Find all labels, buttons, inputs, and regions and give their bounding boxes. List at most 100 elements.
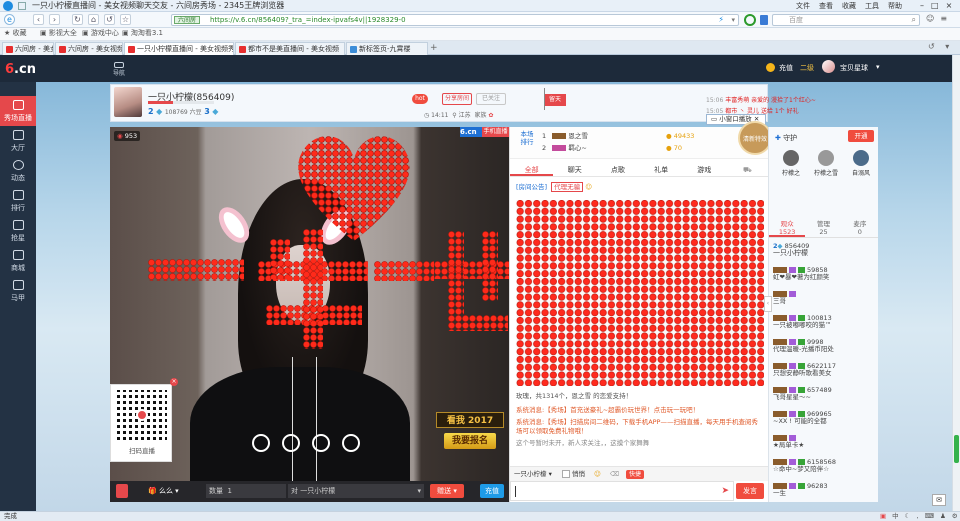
- sofa-icon[interactable]: [342, 434, 360, 452]
- menu-tools[interactable]: 工具: [865, 0, 879, 12]
- bookmark-favorites[interactable]: ★ 收藏: [4, 28, 27, 39]
- list-item[interactable]: 9998 代理温暖-光播币阳处: [773, 339, 875, 354]
- list-item[interactable]: 59858 虹❤暴❤著为红颜笑: [773, 267, 875, 282]
- restore-button[interactable]: ↺: [104, 14, 115, 25]
- send-chat-button[interactable]: 发言: [736, 483, 764, 499]
- app-icon[interactable]: ▣: [880, 512, 886, 521]
- tab-1[interactable]: 六间房 - 美女视频 - 美女直播: [2, 42, 54, 55]
- emoji-icon[interactable]: ☺: [594, 467, 601, 482]
- search-box[interactable]: 百度 ⌕: [772, 14, 920, 26]
- sidebar-item-star[interactable]: 抢星: [0, 216, 36, 246]
- maximize-button[interactable]: □: [931, 1, 946, 10]
- share-room-button[interactable]: 分享房间: [442, 93, 472, 105]
- sidebar-item-live[interactable]: 秀场直播: [0, 96, 36, 126]
- red-packet-icon[interactable]: [116, 484, 128, 498]
- ime-icon[interactable]: 中: [892, 512, 899, 521]
- refresh-button[interactable]: ↻: [72, 14, 83, 25]
- fav-star-icon[interactable]: ☆: [120, 14, 131, 25]
- forward-button[interactable]: ›: [49, 14, 60, 25]
- nav-button[interactable]: 导航: [108, 62, 130, 77]
- collapse-arrow-icon[interactable]: ‹: [764, 296, 772, 312]
- list-item[interactable]: 6158568 ☆命中~梦又陪伴☆: [773, 459, 875, 474]
- chat-target[interactable]: 一只小柠檬 ▾: [514, 467, 552, 482]
- address-url[interactable]: https://v.6.cn/856409?_tra_=index-ipvafs…: [210, 15, 406, 26]
- sidebar-item-ranking[interactable]: 排行: [0, 186, 36, 216]
- back-button[interactable]: ‹: [33, 14, 44, 25]
- promo-banner[interactable]: 看我 2017: [436, 412, 504, 428]
- bookmark-taotao[interactable]: ▣ 淘淘看3.1: [122, 28, 163, 39]
- keyboard-icon[interactable]: ⌨: [925, 512, 934, 521]
- punct-icon[interactable]: ,: [916, 512, 918, 521]
- menu-icon[interactable]: ≡: [940, 14, 947, 26]
- video-charge-button[interactable]: 充值: [480, 484, 504, 498]
- announce-link[interactable]: 代理无骗: [551, 182, 584, 192]
- tab-more-icon[interactable]: ⛟: [726, 163, 769, 176]
- site-logo[interactable]: 6.cn: [5, 62, 36, 77]
- guard-member[interactable]: 柠檬之: [776, 150, 806, 180]
- search-engine-icon[interactable]: [760, 15, 768, 25]
- tab-controls[interactable]: ↺ ▾: [928, 42, 953, 51]
- clear-icon[interactable]: ⌫: [610, 467, 619, 482]
- username[interactable]: 宝贝星球: [840, 63, 868, 73]
- video-player[interactable]: ◉ 953 6.cn 手机直播 扫码直播 × 看我 2017 我要报名: [110, 127, 509, 502]
- menu-view[interactable]: 查看: [819, 0, 833, 12]
- qr-close-icon[interactable]: ×: [170, 378, 178, 386]
- menu-favorites[interactable]: 收藏: [842, 0, 856, 12]
- fun-button[interactable]: 🎁 么么 ▾: [148, 484, 198, 498]
- gift-target-select[interactable]: 对 一只小柠檬 ▾: [288, 484, 424, 498]
- signup-button[interactable]: 我要报名: [444, 433, 496, 449]
- tab-2[interactable]: 六间房 - 美女视频 - 美女直播: [55, 42, 123, 55]
- person-icon[interactable]: ♟: [940, 512, 946, 521]
- effect-badge[interactable]: 清新特效: [738, 121, 772, 155]
- host-family[interactable]: 家族: [474, 112, 486, 119]
- user-avatar[interactable]: [822, 60, 835, 73]
- list-item[interactable]: 6622117 只想安静听歌看美女: [773, 363, 875, 378]
- list-item[interactable]: 969965 ~XX ! 可能的全都: [773, 411, 875, 426]
- user-menu-arrow-icon[interactable]: ▾: [876, 63, 880, 71]
- minimize-button[interactable]: –: [920, 1, 931, 10]
- guard-open-button[interactable]: 开通: [848, 130, 874, 142]
- tab-games[interactable]: 游戏: [683, 163, 726, 176]
- address-bar[interactable]: 六间房 https://v.6.cn/856409?_tra_=index-ip…: [171, 14, 739, 26]
- guard-member[interactable]: 自溺风: [846, 150, 876, 180]
- qr-panel[interactable]: 扫码直播: [110, 384, 172, 462]
- shield-icon[interactable]: [744, 14, 756, 26]
- sidebar-item-feed[interactable]: 动态: [0, 156, 36, 186]
- smile-icon[interactable]: ☺: [926, 14, 934, 26]
- private-checkbox[interactable]: [562, 470, 570, 478]
- chat-input[interactable]: ➤: [510, 481, 734, 501]
- tab-mic-queue[interactable]: 麦序 0: [842, 220, 878, 237]
- settings-icon[interactable]: ⚙: [952, 512, 958, 521]
- rank-row[interactable]: 1 恩之雪: [542, 130, 588, 142]
- sidebar-item-vest[interactable]: 马甲: [0, 276, 36, 306]
- followed-button[interactable]: 已关注: [476, 93, 506, 105]
- quick-badge[interactable]: 快捷: [626, 470, 644, 479]
- list-item[interactable]: ★局单卡★: [773, 435, 875, 450]
- send-gift-button[interactable]: 赠送 ▾: [430, 484, 464, 498]
- list-item-host[interactable]: 2◆ 856409 一只小柠檬: [773, 243, 875, 258]
- tab-4[interactable]: 都市不是美直播间 - 美女视频: [235, 42, 345, 55]
- moon-icon[interactable]: ☾: [905, 512, 911, 521]
- gift-count-input[interactable]: 数量 1: [206, 484, 286, 498]
- new-tab-button[interactable]: +: [430, 43, 438, 53]
- menu-file[interactable]: 文件: [796, 0, 810, 12]
- host-avatar[interactable]: [114, 87, 142, 117]
- tab-audience[interactable]: 观众 1523: [769, 220, 806, 237]
- guard-member[interactable]: 柠檬之雪: [811, 150, 841, 180]
- tab-all[interactable]: 全部: [510, 163, 554, 176]
- home-button[interactable]: ⌂: [88, 14, 99, 25]
- sofa-icon[interactable]: [282, 434, 300, 452]
- tab-3-active[interactable]: 一只小柠檬直播间 - 美女视频秀: [124, 42, 234, 55]
- search-icon[interactable]: ⌕: [912, 15, 916, 25]
- paper-plane-icon[interactable]: ➤: [721, 486, 729, 496]
- rank-row[interactable]: 2 羁心~: [542, 142, 588, 154]
- tab-admin[interactable]: 管理 25: [805, 220, 841, 237]
- close-window-button[interactable]: ×: [946, 1, 960, 10]
- bookmark-games[interactable]: ▣ 游戏中心: [82, 28, 119, 39]
- tab-5[interactable]: 新标签页-九霄楼: [346, 42, 428, 55]
- scroll-thumb[interactable]: [954, 435, 959, 463]
- feedback-icon[interactable]: ✉: [932, 494, 946, 506]
- sofa-icon[interactable]: [252, 434, 270, 452]
- speed-icon[interactable]: ⚡: [718, 15, 724, 25]
- tab-songs[interactable]: 点歌: [596, 163, 639, 176]
